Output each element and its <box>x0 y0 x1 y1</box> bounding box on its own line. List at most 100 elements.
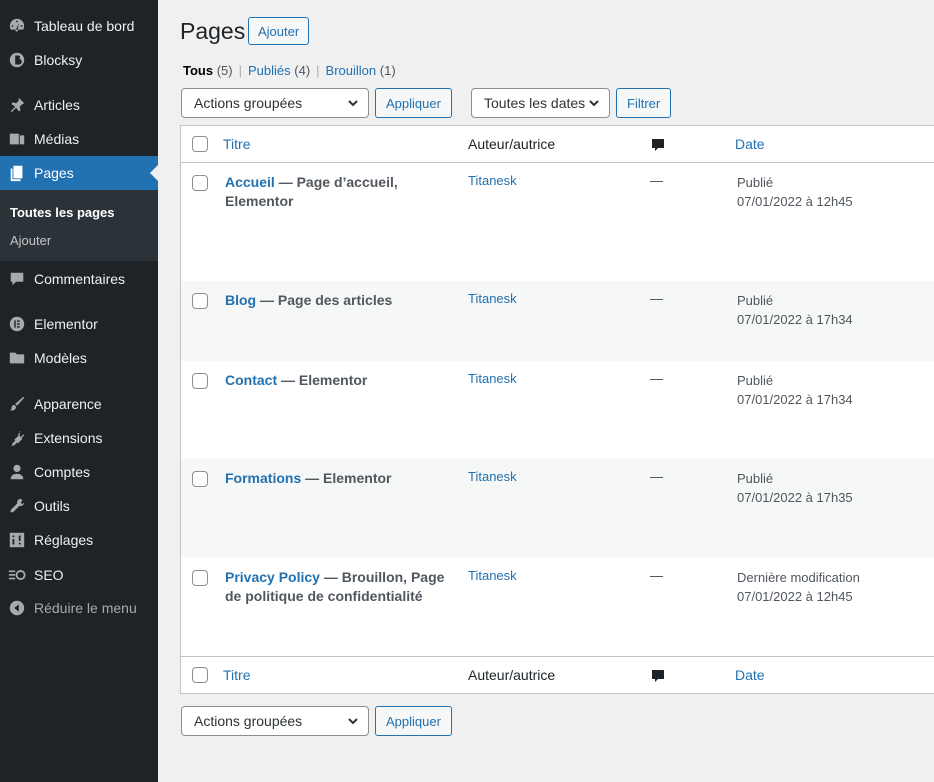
row-checkbox[interactable] <box>192 293 208 309</box>
sidebar-item-appearance[interactable]: Apparence <box>0 387 158 421</box>
submenu-item-add[interactable]: Ajouter <box>10 233 51 248</box>
author-link[interactable]: Titanesk <box>468 469 517 484</box>
select-all-checkbox[interactable] <box>192 136 208 152</box>
column-date[interactable]: Date <box>735 136 765 152</box>
sidebar-item-comments[interactable]: Commentaires <box>0 262 158 296</box>
sidebar-item-label: Articles <box>34 97 80 113</box>
collapse-menu-button[interactable]: Réduire le menu <box>0 591 158 625</box>
filter-separator: | <box>238 63 242 78</box>
table-row: Formations — Elementor Titanesk — Publié… <box>181 459 934 558</box>
author-link[interactable]: Titanesk <box>468 568 517 583</box>
apply-button[interactable]: Appliquer <box>375 88 452 118</box>
comments-count: — <box>650 291 663 306</box>
dashboard-icon <box>0 9 34 43</box>
sidebar-item-modeles[interactable]: Modèles <box>0 341 158 375</box>
row-checkbox[interactable] <box>192 471 208 487</box>
sidebar-item-dashboard[interactable]: Tableau de bord <box>0 9 158 43</box>
user-icon <box>0 455 34 489</box>
date-cell: Publié 07/01/2022 à 17h35 <box>737 469 853 507</box>
column-author: Auteur/autrice <box>468 667 556 683</box>
sidebar-item-medias[interactable]: Médias <box>0 122 158 156</box>
sidebar-item-seo[interactable]: SEO <box>0 558 158 592</box>
column-title[interactable]: Titre <box>223 667 250 683</box>
page-title-link[interactable]: Accueil <box>225 174 275 190</box>
author-link[interactable]: Titanesk <box>468 291 517 306</box>
title-cell: Blog — Page des articles <box>225 291 455 310</box>
status-filters: Tous (5) | Publiés (4) | Brouillon (1) <box>183 63 396 78</box>
sidebar-item-label: SEO <box>34 567 64 583</box>
comments-icon[interactable] <box>650 137 666 153</box>
date-filter-select[interactable]: Toutes les dates <box>471 88 610 118</box>
page-title-link[interactable]: Contact <box>225 372 277 388</box>
sidebar-item-pages[interactable]: Pages <box>0 156 158 190</box>
filter-draft-count: (1) <box>379 63 396 78</box>
author-link[interactable]: Titanesk <box>468 371 517 386</box>
filter-draft-label: Brouillon <box>325 63 377 78</box>
sidebar-item-articles[interactable]: Articles <box>0 88 158 122</box>
filter-button[interactable]: Filtrer <box>616 88 672 118</box>
wrench-icon <box>0 489 34 523</box>
admin-sidebar: Tableau de bord Blocksy Articles Médias … <box>0 0 158 782</box>
sidebar-item-label: Outils <box>34 498 70 514</box>
submenu-item-all-pages[interactable]: Toutes les pages <box>10 205 115 220</box>
sidebar-item-outils[interactable]: Outils <box>0 489 158 523</box>
post-status: Publié <box>737 293 774 308</box>
select-all-checkbox[interactable] <box>192 667 208 683</box>
chevron-down-icon <box>346 96 360 110</box>
folder-icon <box>0 341 34 375</box>
sidebar-item-label: Réglages <box>34 532 94 548</box>
add-page-button[interactable]: Ajouter <box>248 17 310 45</box>
page-title-link[interactable]: Privacy Policy <box>225 569 320 585</box>
page-title-link[interactable]: Formations <box>225 470 301 486</box>
sidebar-item-label: Elementor <box>34 316 98 332</box>
title-cell: Privacy Policy — Brouillon, Page de poli… <box>225 568 455 606</box>
comments-count: — <box>650 568 663 583</box>
sidebar-item-elementor[interactable]: Elementor <box>0 307 158 341</box>
table-header: Titre Auteur/autrice Date <box>181 126 934 163</box>
post-date: 07/01/2022 à 17h34 <box>737 392 853 407</box>
bulk-actions-value: Actions groupées <box>194 713 303 729</box>
seo-icon <box>0 558 34 592</box>
page-state: — Page des articles <box>256 292 393 308</box>
row-checkbox[interactable] <box>192 175 208 191</box>
date-cell: Dernière modification 07/01/2022 à 12h45 <box>737 568 860 606</box>
author-link[interactable]: Titanesk <box>468 173 517 188</box>
sidebar-item-label: Commentaires <box>34 271 126 287</box>
post-date: 07/01/2022 à 12h45 <box>737 589 853 604</box>
bulk-actions-value: Actions groupées <box>194 95 303 111</box>
plugin-icon <box>0 421 34 455</box>
page-title-link[interactable]: Blog <box>225 292 256 308</box>
sidebar-item-label: Médias <box>34 131 80 147</box>
bulk-actions-select-bottom[interactable]: Actions groupées <box>181 706 369 736</box>
settings-icon <box>0 523 34 557</box>
filter-draft[interactable]: Brouillon (1) <box>326 63 396 78</box>
post-date: 07/01/2022 à 17h35 <box>737 490 853 505</box>
sidebar-item-extensions[interactable]: Extensions <box>0 421 158 455</box>
post-status: Publié <box>737 373 774 388</box>
table-row: Blog — Page des articles Titanesk — Publ… <box>181 281 934 361</box>
comments-count: — <box>650 469 663 484</box>
comments-icon[interactable] <box>650 668 666 684</box>
pages-submenu: Toutes les pages Ajouter <box>0 190 158 261</box>
post-status: Publié <box>737 471 774 486</box>
column-date[interactable]: Date <box>735 667 765 683</box>
filter-published[interactable]: Publiés (4) <box>248 63 310 78</box>
sidebar-item-blocksy[interactable]: Blocksy <box>0 43 158 77</box>
bulk-actions-select[interactable]: Actions groupées <box>181 88 369 118</box>
date-cell: Publié 07/01/2022 à 12h45 <box>737 173 853 211</box>
row-checkbox[interactable] <box>192 373 208 389</box>
sidebar-item-reglages[interactable]: Réglages <box>0 523 158 557</box>
apply-button-bottom[interactable]: Appliquer <box>375 706 452 736</box>
sidebar-item-label: Blocksy <box>34 52 83 68</box>
brush-icon <box>0 387 34 421</box>
column-title[interactable]: Titre <box>223 136 250 152</box>
sidebar-item-label: Extensions <box>34 430 103 446</box>
page-state: — Elementor <box>301 470 392 486</box>
pages-table: Titre Auteur/autrice Date Accueil — Page… <box>180 125 934 694</box>
sidebar-item-label: Tableau de bord <box>34 18 135 34</box>
row-checkbox[interactable] <box>192 570 208 586</box>
sidebar-item-label: Comptes <box>34 464 91 480</box>
title-cell: Accueil — Page d’accueil, Elementor <box>225 173 455 211</box>
filter-all[interactable]: Tous (5) <box>183 63 233 78</box>
sidebar-item-comptes[interactable]: Comptes <box>0 455 158 489</box>
